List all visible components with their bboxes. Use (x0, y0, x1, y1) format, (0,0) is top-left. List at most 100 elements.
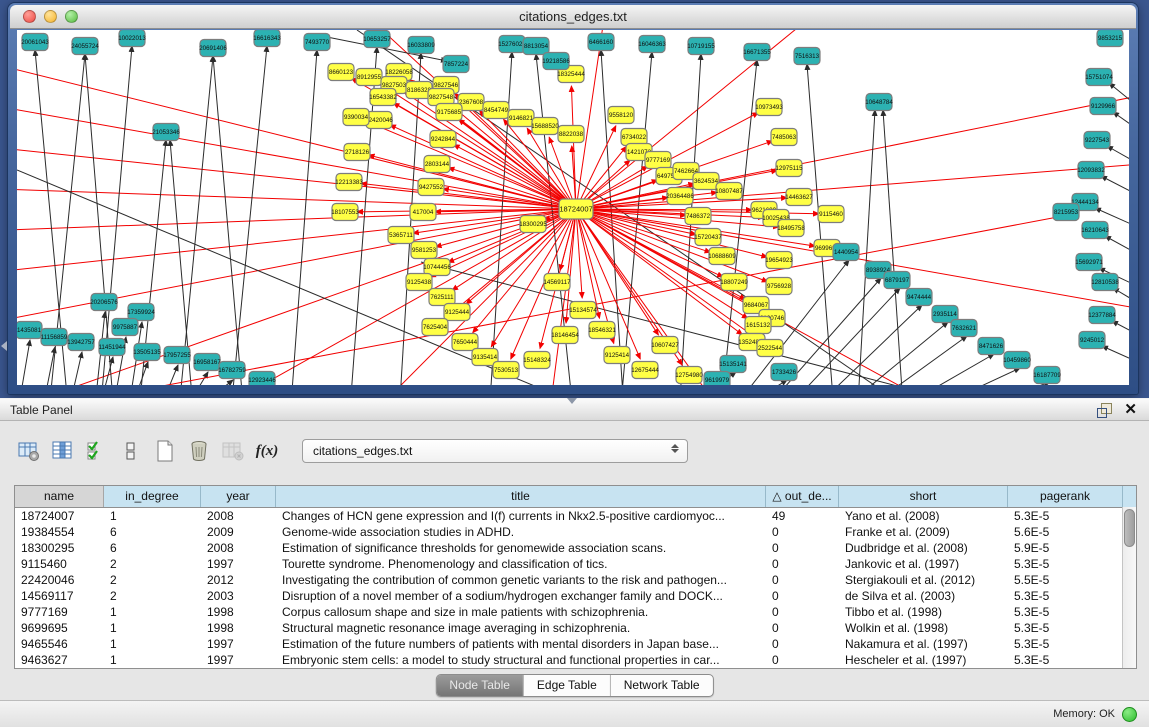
yellow-node-9756928[interactable] (766, 278, 792, 295)
teal-node-8215953[interactable] (1053, 204, 1079, 221)
yellow-node-12975115[interactable] (776, 160, 802, 177)
yellow-node-12754980[interactable] (676, 367, 702, 384)
create-column-button[interactable] (152, 436, 178, 466)
teal-node-10022013[interactable] (119, 30, 145, 47)
desktop-splitter-arrow-icon[interactable] (1, 341, 7, 351)
teal-node-12377884[interactable] (1089, 307, 1115, 324)
yellow-node-9125444[interactable] (444, 304, 470, 321)
teal-node-12810538[interactable] (1092, 274, 1118, 291)
float-panel-icon[interactable] (1097, 403, 1112, 418)
teal-node-13942757[interactable] (68, 334, 94, 351)
yellow-node-10973493[interactable] (756, 99, 782, 116)
teal-node-9474444[interactable] (906, 289, 932, 306)
table-selector-dropdown[interactable]: citations_edges.txt (302, 439, 688, 463)
yellow-node-15148324[interactable] (524, 352, 550, 369)
teal-node-9975887[interactable] (112, 319, 138, 336)
yellow-node-18107553[interactable] (332, 204, 358, 221)
teal-node-1435081[interactable] (17, 322, 42, 339)
teal-node-10648784[interactable] (866, 94, 892, 111)
teal-node-11451944[interactable] (99, 339, 125, 356)
teal-node-9853215[interactable] (1097, 30, 1123, 47)
show-columns-button[interactable] (50, 436, 76, 466)
yellow-node-7530513[interactable] (493, 362, 519, 379)
vertical-scrollbar[interactable] (1122, 507, 1136, 668)
delete-column-button[interactable] (186, 436, 212, 466)
yellow-node-22420046[interactable] (366, 112, 392, 129)
yellow-node-7486372[interactable] (685, 208, 711, 225)
zoom-window-icon[interactable] (65, 10, 78, 23)
yellow-node-18146454[interactable] (552, 327, 578, 344)
teal-node-20206576[interactable] (91, 294, 117, 311)
yellow-node-7650444[interactable] (452, 334, 478, 351)
yellow-node-9777169[interactable] (645, 152, 671, 169)
teal-node-7857224[interactable] (443, 56, 469, 73)
yellow-node-8660123[interactable] (328, 64, 354, 81)
yellow-node-1615132[interactable] (745, 317, 771, 334)
delete-table-button[interactable] (220, 436, 246, 466)
teal-node-13505135[interactable] (134, 344, 160, 361)
table-row[interactable]: 946554611997Estimation of the future num… (15, 636, 1136, 652)
yellow-node-12675444[interactable] (632, 362, 658, 379)
teal-node-9129966[interactable] (1090, 98, 1116, 115)
yellow-node-12213383[interactable] (336, 174, 362, 191)
teal-node-10719155[interactable] (688, 38, 714, 55)
teal-node-16187709[interactable] (1034, 367, 1060, 384)
table-row[interactable]: 946362711997Embryonic stem cells: a mode… (15, 652, 1136, 668)
yellow-node-10688609[interactable] (709, 248, 735, 265)
table-row[interactable]: 2242004622012Investigating the contribut… (15, 572, 1136, 588)
close-panel-icon[interactable]: ✕ (1124, 401, 1137, 419)
citation-network-graph[interactable]: 8660123891295518226058982750381863281654… (17, 30, 1129, 385)
teal-node-16033809[interactable] (408, 37, 434, 54)
teal-node-8471626[interactable] (978, 338, 1004, 355)
yellow-node-14463627[interactable] (786, 189, 812, 206)
teal-node-20061043[interactable] (22, 34, 48, 51)
teal-node-7516313[interactable] (794, 48, 820, 65)
table-row[interactable]: 969969511998Structural magnetic resonanc… (15, 620, 1136, 636)
yellow-node-5365711[interactable] (388, 227, 414, 244)
yellow-node-19654923[interactable] (766, 252, 792, 269)
table-mode-button[interactable] (118, 436, 144, 466)
yellow-node-8822038[interactable] (558, 126, 584, 143)
teal-node-9245012[interactable] (1079, 332, 1105, 349)
yellow-node-9581253[interactable] (411, 242, 437, 259)
yellow-node-14569117[interactable] (544, 274, 570, 291)
teal-node-9227543[interactable] (1084, 132, 1110, 149)
column-header-short[interactable]: short (839, 486, 1008, 507)
teal-node-17957255[interactable] (164, 347, 190, 364)
yellow-node-9125414[interactable] (604, 347, 630, 364)
column-header-out_de[interactable]: △ out_de... (766, 486, 839, 507)
teal-node-21053346[interactable] (153, 124, 179, 141)
network-window-titlebar[interactable]: citations_edges.txt (10, 5, 1136, 29)
teal-node-6879197[interactable] (884, 272, 910, 289)
yellow-node-8912955[interactable] (356, 69, 382, 86)
tab-edge-table[interactable]: Edge Table (524, 675, 611, 696)
yellow-node-7625404[interactable] (422, 319, 448, 336)
teal-node-19218586[interactable] (543, 53, 569, 70)
yellow-node-18300295[interactable] (520, 216, 546, 233)
yellow-node-15134574[interactable] (570, 302, 596, 319)
teal-node-6466160[interactable] (588, 34, 614, 51)
teal-node-8813054[interactable] (523, 38, 549, 55)
yellow-node-18724007[interactable] (559, 199, 593, 219)
teal-node-15276021[interactable] (499, 36, 525, 53)
teal-node-16782759[interactable] (219, 362, 245, 379)
teal-node-24055724[interactable] (72, 38, 98, 55)
yellow-node-18495758[interactable] (778, 220, 804, 237)
yellow-node-7485063[interactable] (771, 129, 797, 146)
yellow-node-9390034[interactable] (343, 109, 369, 126)
yellow-node-9125438[interactable] (406, 274, 432, 291)
column-header-year[interactable]: year (201, 486, 276, 507)
teal-node-16671355[interactable] (744, 44, 770, 61)
yellow-node-9558120[interactable] (608, 107, 634, 124)
teal-node-7632621[interactable] (951, 320, 977, 337)
yellow-node-10807487[interactable] (716, 183, 742, 200)
teal-node-7493770[interactable] (304, 34, 330, 51)
function-builder-button[interactable]: f(x) (254, 436, 280, 466)
teal-node-16046363[interactable] (639, 36, 665, 53)
yellow-node-18546321[interactable] (589, 322, 615, 339)
column-header-name[interactable]: name (15, 486, 104, 507)
yellow-node-9427552[interactable] (418, 179, 444, 196)
teal-node-15692971[interactable] (1076, 254, 1102, 271)
column-header-title[interactable]: title (276, 486, 766, 507)
teal-node-10459860[interactable] (1004, 352, 1030, 369)
